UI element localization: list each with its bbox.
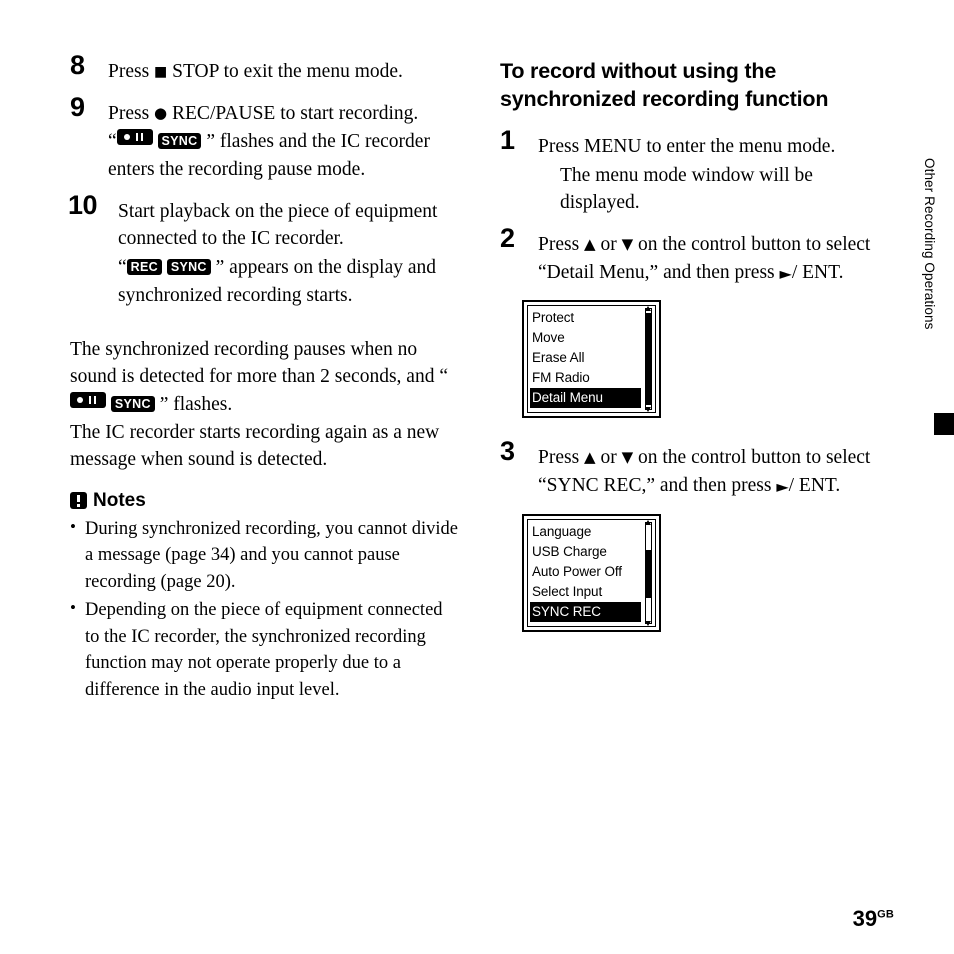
step-8-number: 8 (70, 50, 85, 80)
lcd-screenshot-detail-menu: Protect Move Erase All FM Radio Detail M… (522, 300, 890, 419)
paragraph-1-a: The synchronized recording pauses when n… (70, 338, 448, 388)
step-8: 8 Press ■ STOP to exit the menu mode. (70, 52, 460, 86)
scroll-up-arrow-icon[interactable] (645, 519, 651, 525)
step-3-part-c: / ENT. (788, 475, 841, 497)
notes-heading: Notes (70, 490, 460, 512)
lcd-inner-frame: Protect Move Erase All FM Radio Detail M… (527, 305, 656, 414)
right-column: To record without using the synchronized… (500, 58, 890, 632)
lcd-menu-item[interactable]: Auto Power Off (530, 562, 641, 582)
side-tab-label: Other Recording Operations (922, 158, 937, 330)
play-arrow-icon: ► (776, 477, 789, 497)
step-9-number: 9 (70, 91, 85, 122)
step-2: 2 Press ▲ or ▼ on the control button to … (500, 225, 890, 286)
lcd-menu-item[interactable]: Erase All (530, 348, 641, 368)
page-number: 39GB (853, 906, 894, 932)
manual-page: 8 Press ■ STOP to exit the menu mode. 9 … (0, 0, 954, 954)
rec-pause-badge-icon (70, 391, 106, 408)
paragraph-1: The synchronized recording pauses when n… (70, 336, 460, 419)
step-3-or: or (595, 447, 622, 469)
step-2-or: or (595, 234, 622, 256)
notes-list: During synchronized recording, you canno… (70, 515, 460, 703)
scrollbar-thumb[interactable] (646, 549, 651, 598)
step-3-body: Press ▲ or ▼ on the control button to se… (538, 444, 890, 499)
exclamation-icon (70, 492, 87, 510)
rec-badge-icon: REC (126, 259, 162, 276)
step-10-sub-suffix: ” appears on the display and synchronize… (118, 257, 437, 306)
up-arrow-icon: ▲ (584, 235, 596, 254)
notes-heading-label: Notes (93, 489, 146, 511)
sync-badge-icon: SYNC (157, 133, 202, 150)
lcd-outer-frame: Protect Move Erase All FM Radio Detail M… (522, 300, 661, 419)
step-9-text-after: REC/PAUSE to start recording. (167, 102, 419, 124)
lcd-menu-item[interactable]: Protect (530, 308, 641, 328)
lcd-menu-item[interactable]: Move (530, 328, 641, 348)
lcd-menu-item-selected[interactable]: SYNC REC (530, 601, 641, 622)
list-item: Depending on the piece of equipment conn… (70, 596, 460, 703)
lcd-inner-frame: Language USB Charge Auto Power Off Selec… (527, 518, 656, 627)
play-arrow-icon: ► (779, 263, 792, 283)
step-3-part-a: Press (538, 447, 585, 469)
step-10-body: Start playback on the piece of equipment… (118, 198, 460, 310)
quote-open: “ (118, 257, 127, 279)
step-9-sub: “ SYNC ” flashes and the IC recorder ent… (108, 128, 460, 183)
scroll-down-arrow-icon[interactable] (645, 620, 651, 626)
step-9-text-before: Press (108, 102, 155, 124)
step-10-sub: “REC SYNC ” appears on the display and s… (118, 254, 460, 309)
step-9-body: Press ● REC/PAUSE to start recording. “ … (108, 100, 460, 184)
step-1: 1 Press MENU to enter the menu mode. The… (500, 127, 890, 217)
lcd-outer-frame: Language USB Charge Auto Power Off Selec… (522, 513, 661, 632)
quote-open: “ (108, 131, 117, 153)
down-arrow-icon: ▼ (621, 235, 634, 254)
down-arrow-icon: ▼ (621, 448, 634, 467)
step-10-text: Start playback on the piece of equipment… (118, 200, 438, 250)
scrollbar-thumb[interactable] (646, 313, 651, 406)
step-3: 3 Press ▲ or ▼ on the control button to … (500, 438, 890, 499)
up-arrow-icon: ▲ (584, 448, 596, 467)
scroll-up-arrow-icon[interactable] (645, 306, 651, 312)
step-9: 9 Press ● REC/PAUSE to start recording. … (70, 93, 460, 184)
step-2-number: 2 (500, 223, 515, 254)
step-10: 10 Start playback on the piece of equipm… (68, 191, 460, 310)
left-column: 8 Press ■ STOP to exit the menu mode. 9 … (68, 52, 460, 705)
lcd-menu-list: Language USB Charge Auto Power Off Selec… (528, 520, 641, 626)
step-8-text-before: Press (108, 61, 155, 82)
sync-badge-icon: SYNC (110, 395, 155, 412)
page-number-suffix: GB (877, 908, 894, 921)
step-10-number: 10 (68, 189, 98, 220)
rec-circle-icon: ● (154, 103, 168, 122)
step-8-body: Press ■ STOP to exit the menu mode. (108, 58, 460, 86)
step-1-text: Press MENU to enter the menu mode. (538, 136, 836, 158)
sync-badge-icon: SYNC (166, 259, 211, 276)
page-number-value: 39 (852, 906, 878, 931)
lcd-scrollbar[interactable] (641, 519, 655, 626)
lcd-menu-item[interactable]: Language (530, 522, 641, 542)
sync-pause-paragraph: The synchronized recording pauses when n… (70, 336, 460, 474)
step-2-part-c: / ENT. (791, 261, 844, 283)
lcd-menu-item[interactable]: FM Radio (530, 368, 641, 388)
paragraph-2: The IC recorder starts recording again a… (70, 421, 440, 471)
lcd-menu-item[interactable]: USB Charge (530, 542, 641, 562)
lcd-menu-item[interactable]: Select Input (530, 582, 641, 602)
step-3-number: 3 (500, 436, 515, 467)
step-2-body: Press ▲ or ▼ on the control button to se… (538, 231, 890, 286)
paragraph-1-b: ” flashes. (159, 393, 233, 415)
lcd-screenshot-sync-rec: Language USB Charge Auto Power Off Selec… (522, 513, 890, 632)
step-9-sub-suffix: ” flashes and the IC recorder enters the… (108, 131, 430, 181)
scroll-down-arrow-icon[interactable] (645, 407, 651, 413)
step-1-number: 1 (500, 125, 515, 156)
stop-square-icon: ■ (154, 64, 168, 80)
lcd-menu-list: Protect Move Erase All FM Radio Detail M… (528, 306, 641, 412)
step-2-part-a: Press (538, 234, 585, 256)
side-tab-marker (934, 413, 954, 435)
list-item: During synchronized recording, you canno… (70, 515, 460, 595)
step-1-body: Press MENU to enter the menu mode. The m… (538, 133, 890, 217)
step-8-text-after: STOP to exit the menu mode. (167, 61, 403, 82)
lcd-menu-item-selected[interactable]: Detail Menu (530, 388, 641, 409)
side-tab: Other Recording Operations (916, 158, 954, 435)
section-heading: To record without using the synchronized… (500, 59, 829, 111)
rec-pause-badge-icon (116, 129, 153, 146)
step-1-sub: The menu mode window will be displayed. (560, 164, 813, 214)
lcd-scrollbar[interactable] (641, 306, 655, 413)
